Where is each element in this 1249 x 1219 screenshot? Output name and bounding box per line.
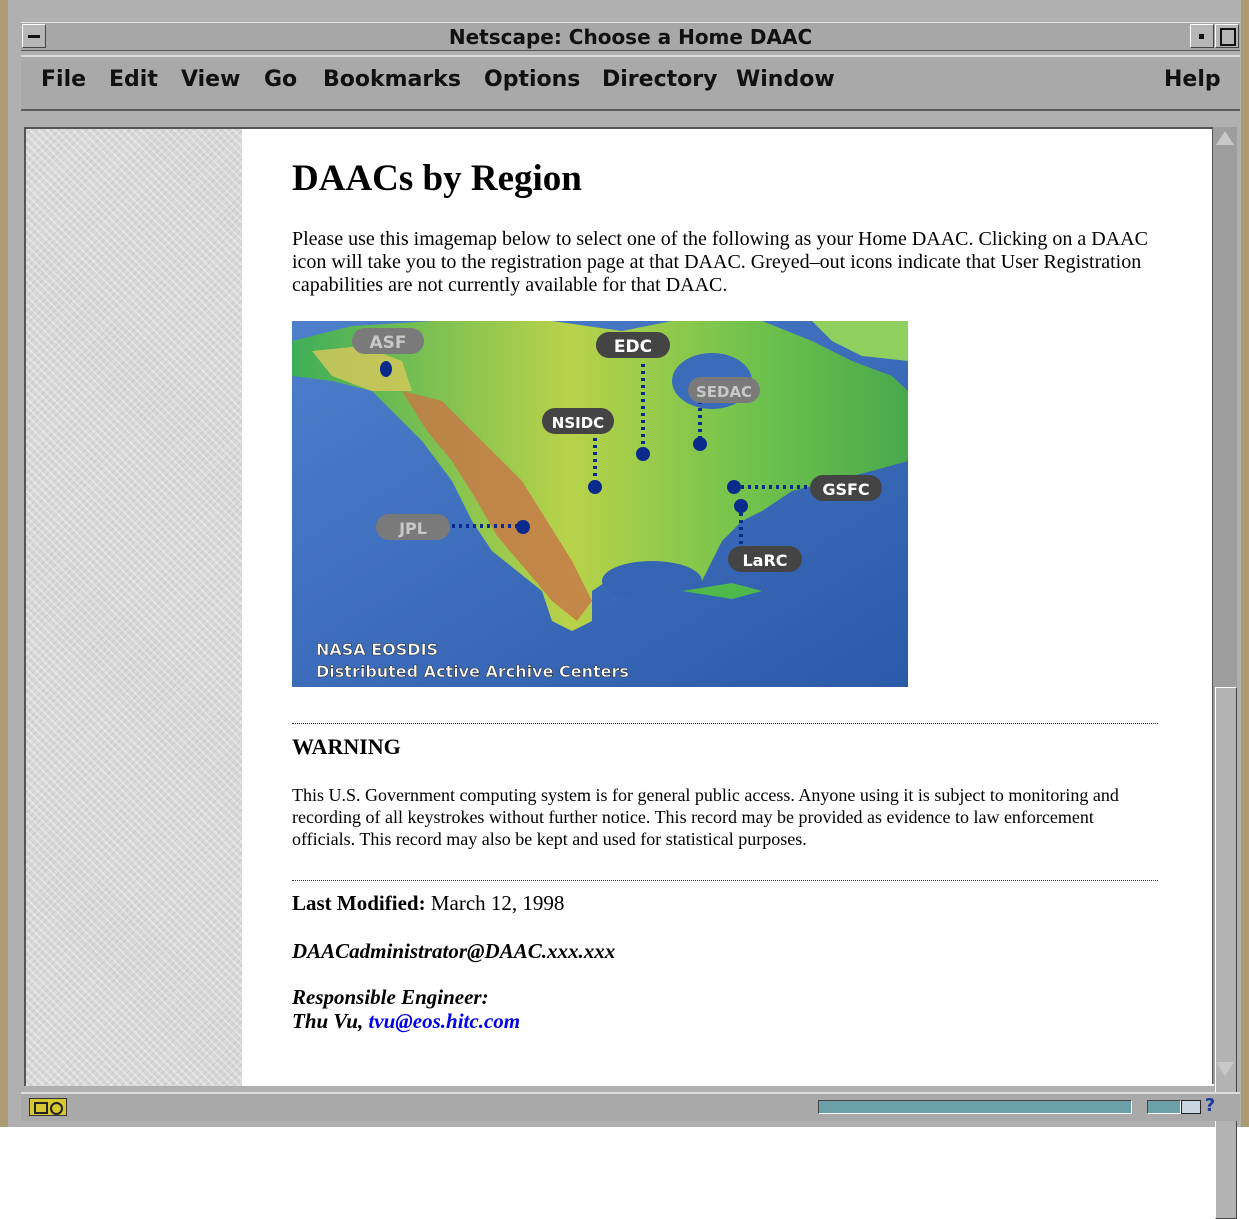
engineer-label: Responsible Engineer: bbox=[292, 985, 489, 1009]
imagemap-graphic: ASF EDC SEDAC NSIDC GSFC JPL LaRC NASA E… bbox=[292, 321, 908, 687]
scroll-down-icon[interactable] bbox=[1216, 1062, 1234, 1076]
key-glyph bbox=[50, 1102, 63, 1115]
content-viewport[interactable]: DAACs by Region Please use this imagemap… bbox=[24, 127, 1214, 1086]
label-sedac[interactable]: SEDAC bbox=[688, 377, 760, 403]
divider-bottom bbox=[292, 880, 1158, 881]
map-caption-line2: Distributed Active Archive Centers bbox=[316, 662, 629, 681]
scroll-thumb[interactable] bbox=[1215, 687, 1237, 1219]
svg-text:ASF: ASF bbox=[369, 333, 406, 353]
warning-title: WARNING bbox=[292, 734, 401, 759]
svg-text:EDC: EDC bbox=[614, 337, 652, 357]
menu-bar: File Edit View Go Bookmarks Options Dire… bbox=[21, 55, 1240, 111]
progress-indicator bbox=[1147, 1100, 1181, 1114]
svg-text:SEDAC: SEDAC bbox=[696, 383, 752, 401]
menu-view[interactable]: View bbox=[181, 67, 240, 92]
last-modified-value: March 12, 1998 bbox=[430, 891, 565, 915]
svg-text:LaRC: LaRC bbox=[742, 551, 787, 570]
daac-imagemap[interactable]: ASF EDC SEDAC NSIDC GSFC JPL LaRC NASA E… bbox=[292, 321, 908, 687]
engineer-line: Thu Vu, tvu@eos.hitc.com bbox=[292, 1009, 520, 1034]
last-modified: Last Modified: March 12, 1998 bbox=[292, 891, 564, 916]
maximize-icon bbox=[1220, 28, 1236, 46]
maximize-button[interactable] bbox=[1215, 24, 1239, 48]
menu-window[interactable]: Window bbox=[736, 67, 835, 92]
svg-text:GSFC: GSFC bbox=[822, 480, 869, 499]
status-bar: ? bbox=[21, 1092, 1240, 1121]
menu-file[interactable]: File bbox=[41, 67, 86, 92]
divider-top bbox=[292, 723, 1158, 724]
minimize-button[interactable] bbox=[1190, 24, 1214, 48]
menu-edit[interactable]: Edit bbox=[109, 67, 158, 92]
menu-help[interactable]: Help bbox=[1164, 67, 1221, 92]
label-edc[interactable]: EDC bbox=[596, 332, 670, 358]
admin-email: DAACadministrator@DAAC.xxx.xxx bbox=[292, 939, 616, 963]
mail-icon[interactable] bbox=[1181, 1100, 1201, 1114]
warning-text: This U.S. Government computing system is… bbox=[292, 785, 1119, 849]
map-caption-line1: NASA EOSDIS bbox=[316, 640, 438, 659]
minimize-icon bbox=[1199, 34, 1204, 39]
engineer-email-link[interactable]: tvu@eos.hitc.com bbox=[368, 1009, 520, 1033]
help-icon[interactable]: ? bbox=[1202, 1096, 1218, 1116]
menu-options[interactable]: Options bbox=[484, 67, 580, 92]
menu-go[interactable]: Go bbox=[264, 67, 297, 92]
label-gsfc[interactable]: GSFC bbox=[810, 475, 882, 501]
label-asf[interactable]: ASF bbox=[352, 328, 424, 354]
label-nsidc[interactable]: NSIDC bbox=[542, 408, 614, 434]
page-heading: DAACs by Region bbox=[292, 158, 582, 199]
vertical-scrollbar[interactable] bbox=[1212, 127, 1237, 1219]
intro-paragraph: Please use this imagemap below to select… bbox=[292, 228, 1148, 296]
gulf-of-mexico bbox=[602, 561, 702, 601]
security-lock-icon[interactable] bbox=[29, 1098, 67, 1116]
lock-glyph bbox=[34, 1102, 48, 1114]
window-menu-icon bbox=[28, 35, 40, 38]
background-texture bbox=[26, 129, 242, 1086]
engineer-name: Thu Vu, bbox=[292, 1009, 364, 1033]
progress-bar bbox=[818, 1100, 1132, 1114]
svg-text:JPL: JPL bbox=[398, 519, 427, 538]
title-bar[interactable]: Netscape: Choose a Home DAAC bbox=[21, 22, 1240, 51]
window-menu-button[interactable] bbox=[22, 24, 46, 48]
label-jpl[interactable]: JPL bbox=[376, 514, 450, 540]
svg-text:NSIDC: NSIDC bbox=[552, 414, 604, 432]
last-modified-label: Last Modified: bbox=[292, 891, 426, 915]
scroll-up-icon[interactable] bbox=[1216, 131, 1234, 145]
window-title: Netscape: Choose a Home DAAC bbox=[448, 25, 813, 49]
menu-bookmarks[interactable]: Bookmarks bbox=[323, 67, 461, 92]
menu-directory[interactable]: Directory bbox=[602, 67, 717, 92]
label-larc[interactable]: LaRC bbox=[728, 546, 802, 572]
